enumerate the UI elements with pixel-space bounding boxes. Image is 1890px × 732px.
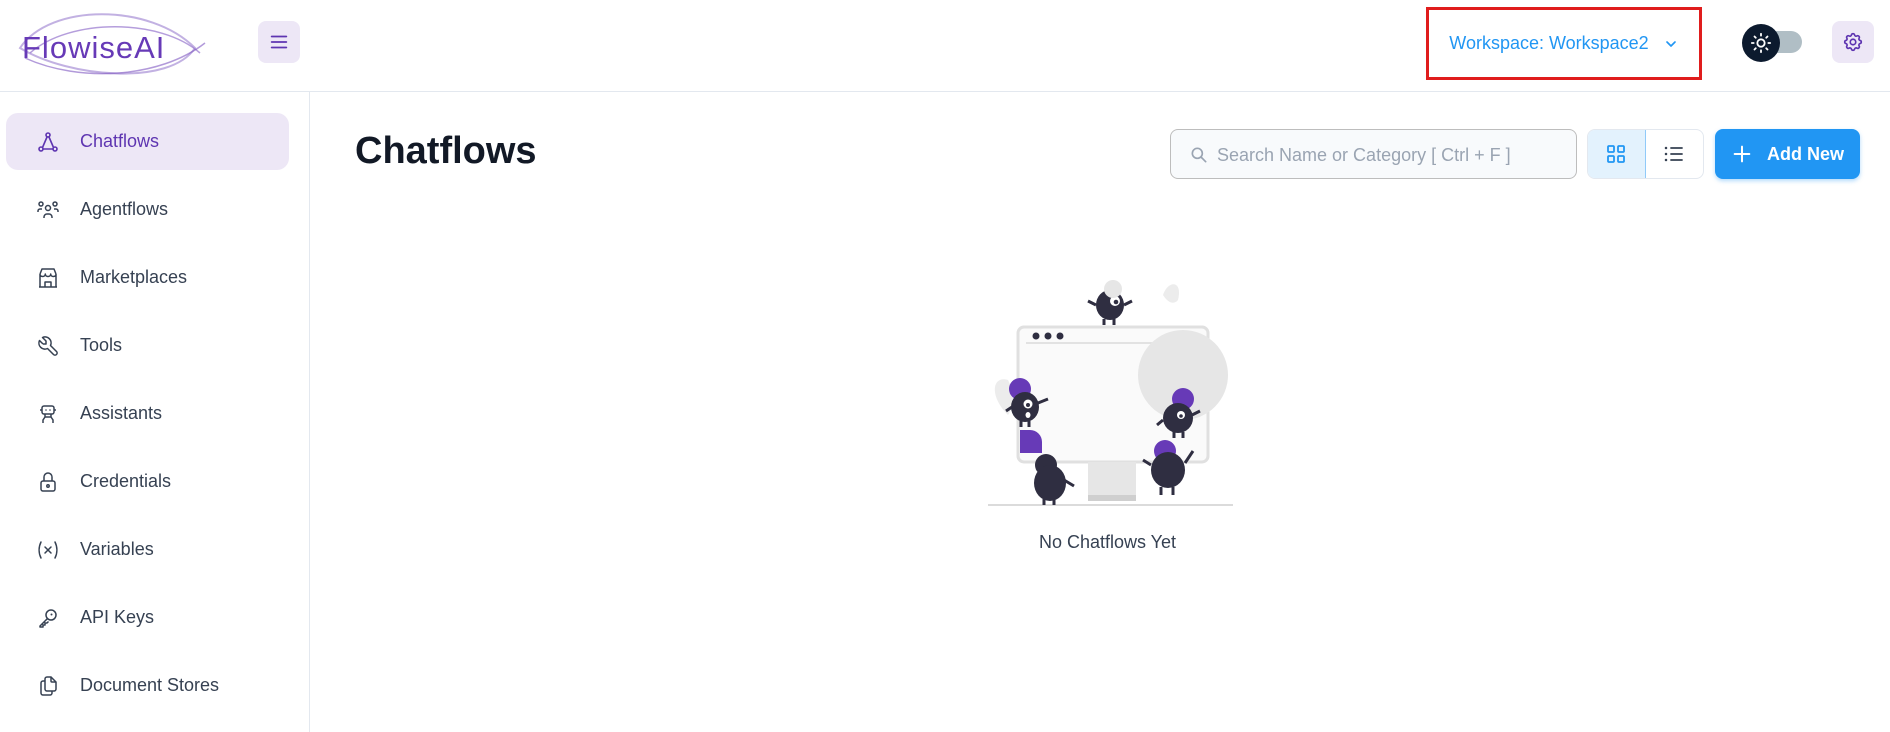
empty-state-illustration (978, 275, 1238, 510)
sidebar-item-label: Variables (80, 539, 154, 559)
sidebar-item-label: Agentflows (80, 199, 169, 219)
users-group-icon (36, 198, 60, 222)
variable-icon (36, 538, 60, 562)
add-new-label: Add New (1766, 143, 1844, 164)
sidebar-item-assistants[interactable]: Assistants (6, 385, 289, 442)
menu-toggle-button[interactable] (258, 21, 300, 63)
sidebar-item-label: API Keys (80, 607, 155, 627)
top-header: FlowiseAI Workspace: Workspace2 (0, 0, 1890, 92)
building-store-icon (36, 266, 60, 290)
search-icon (1191, 147, 1207, 163)
chevron-down-icon (1665, 40, 1676, 47)
sidebar-item-api-keys[interactable]: API Keys (6, 589, 289, 646)
empty-monitor-illustration-icon (988, 280, 1233, 506)
page-title: Chatflows (355, 130, 537, 172)
sidebar-item-label: Document Stores (80, 675, 220, 695)
sidebar-item-label: Credentials (80, 471, 172, 491)
settings-button[interactable] (1832, 21, 1874, 63)
sidebar-item-label: Tools (80, 335, 123, 355)
dark-mode-toggle[interactable] (1742, 24, 1806, 62)
sidebar-item-document-stores[interactable]: Document Stores (6, 657, 289, 714)
list-icon (1665, 146, 1684, 162)
sidebar-item-agentflows[interactable]: Agentflows (6, 181, 289, 238)
sun-icon (1750, 32, 1772, 54)
sidebar-item-chatflows[interactable]: Chatflows (6, 113, 289, 170)
sidebar-item-tools[interactable]: Tools (6, 317, 289, 374)
flowise-logo[interactable]: FlowiseAI (10, 8, 210, 78)
view-toggle-group (1587, 129, 1704, 179)
grid-icon (1607, 145, 1626, 163)
tool-icon (36, 334, 60, 358)
menu-icon (270, 35, 288, 49)
gear-icon (1843, 32, 1863, 52)
search-box[interactable] (1170, 129, 1577, 179)
hierarchy-icon (36, 130, 60, 154)
workspace-label: Workspace: Workspace2 (1449, 33, 1649, 53)
list-view-button[interactable] (1646, 130, 1704, 178)
lock-icon (36, 470, 60, 494)
workspace-switcher-button[interactable]: Workspace: Workspace2 (1426, 7, 1702, 80)
search-input[interactable] (1217, 140, 1567, 170)
plus-icon (1733, 145, 1751, 163)
sidebar-item-credentials[interactable]: Credentials (6, 453, 289, 510)
sidebar-item-label: Assistants (80, 403, 163, 423)
key-icon (36, 606, 60, 630)
robot-icon (36, 402, 60, 426)
sidebar-item-label: Marketplaces (80, 267, 188, 287)
sidebar-item-variables[interactable]: Variables (6, 521, 289, 578)
sidebar-nav: Chatflows Agentflows Marketplaces Tools … (0, 92, 310, 732)
logo-text: FlowiseAI (22, 30, 166, 65)
add-new-button[interactable]: Add New (1715, 129, 1860, 179)
empty-state-message: No Chatflows Yet (1038, 532, 1177, 552)
toggle-knob (1742, 24, 1780, 62)
files-icon (36, 674, 60, 698)
card-view-button[interactable] (1588, 130, 1646, 178)
sidebar-item-label: Chatflows (80, 131, 160, 151)
sidebar-item-marketplaces[interactable]: Marketplaces (6, 249, 289, 306)
